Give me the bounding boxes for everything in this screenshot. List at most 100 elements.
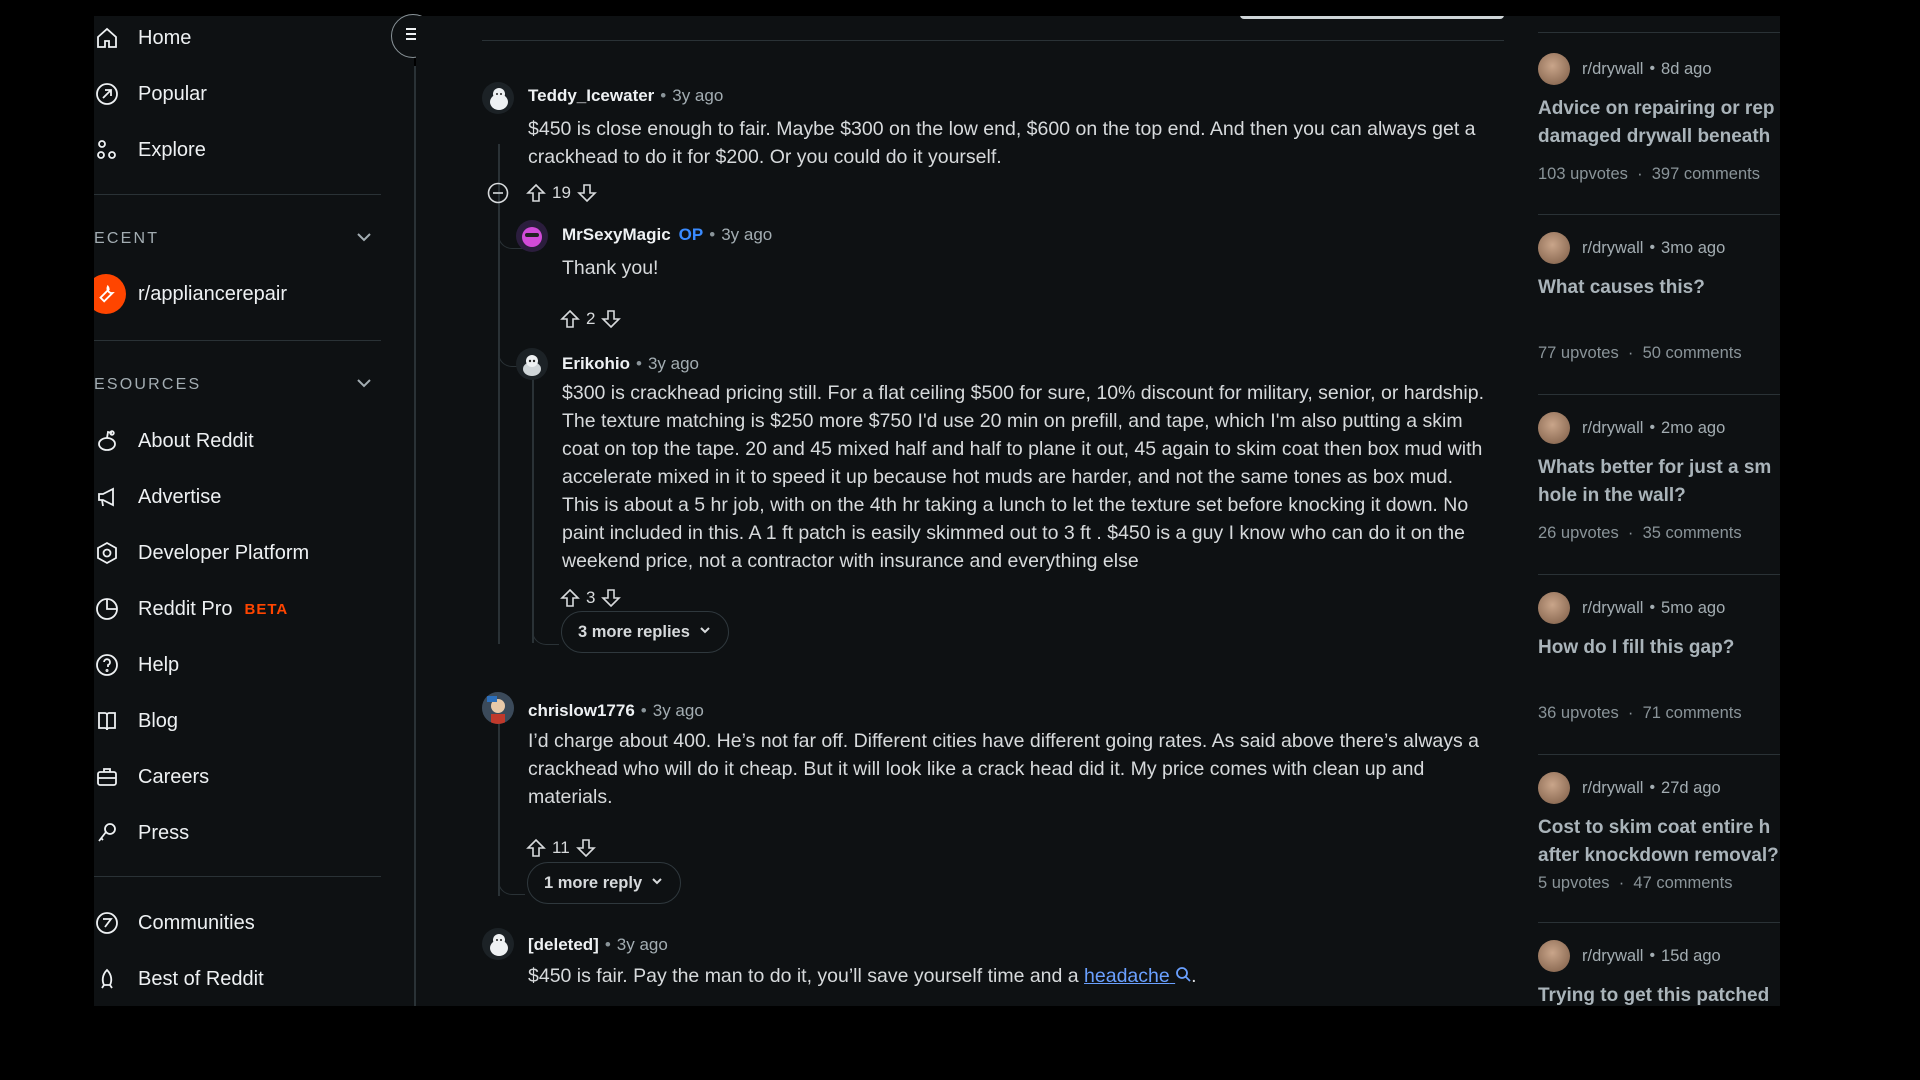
post-stats: 26 upvotes · 35 comments: [1538, 524, 1742, 542]
downvote-icon[interactable]: [599, 586, 623, 610]
upvote-icon[interactable]: [524, 836, 548, 860]
related-post[interactable]: r/drywall • 2mo ago Whats better for just …: [1538, 412, 1780, 543]
post-title[interactable]: Advice on repairing or rep: [1538, 95, 1780, 123]
post-title[interactable]: How do I fill this gap?: [1538, 634, 1780, 662]
downvote-icon[interactable]: [574, 836, 598, 860]
related-posts-panel: r/drywall • 8d ago Advice on repairing or …: [1504, 16, 1780, 1006]
link-text: headache: [1084, 965, 1170, 987]
one-more-reply-button[interactable]: 1 more reply: [527, 862, 682, 904]
nav-popular[interactable]: Popular: [94, 72, 207, 116]
comment-body: $450 is close enough to fair. Maybe $300…: [528, 118, 1476, 168]
post-title-line2[interactable]: hole in the wall?: [1538, 482, 1780, 510]
subreddit-avatar: [1538, 940, 1570, 972]
subreddit-name[interactable]: r/drywall: [1582, 599, 1643, 618]
resource-advertise[interactable]: Advertise: [94, 475, 221, 519]
resource-help[interactable]: Help: [94, 643, 179, 687]
subreddit-name[interactable]: r/drywall: [1582, 779, 1643, 798]
resource-press[interactable]: Press: [94, 811, 189, 855]
resources-section-header[interactable]: ESOURCES: [94, 370, 374, 400]
vote-controls: 2: [558, 306, 623, 332]
nav-label: Communities: [138, 911, 255, 934]
related-post[interactable]: r/drywall • 8d ago Advice on repairing or …: [1538, 53, 1780, 184]
related-post[interactable]: r/drywall • 27d ago Cost to skim coat enti…: [1538, 772, 1780, 893]
left-sidebar: Home Popular Explore ECENT r/appliancere…: [94, 16, 414, 1006]
post-stats: 103 upvotes · 397 comments: [1538, 165, 1760, 183]
subreddit-name[interactable]: r/drywall: [1582, 60, 1643, 79]
subreddit-avatar: [1538, 592, 1570, 624]
home-icon: [94, 25, 120, 51]
upvote-icon[interactable]: [558, 586, 582, 610]
comment-body: $450 is fair. Pay the man to do it, you’…: [528, 962, 1488, 990]
avatar[interactable]: [482, 692, 514, 724]
avatar[interactable]: [482, 928, 514, 960]
username[interactable]: MrSexyMagic: [562, 225, 671, 244]
resource-label: Careers: [138, 765, 210, 788]
collapse-icon[interactable]: [487, 182, 509, 209]
recent-header-label: ECENT: [94, 230, 160, 247]
more-replies-label: 1 more reply: [544, 873, 643, 892]
upvotes: 26 upvotes: [1538, 524, 1619, 542]
subreddit-name[interactable]: r/drywall: [1582, 419, 1643, 438]
subreddit-avatar: [1538, 412, 1570, 444]
comment-meta: MrSexyMagic OP • 3y ago: [562, 225, 773, 244]
downvote-icon[interactable]: [575, 181, 599, 205]
post-title[interactable]: Trying to get this patched: [1538, 982, 1780, 1006]
search-bar-edge[interactable]: [1240, 16, 1504, 19]
subreddit-avatar: [1538, 232, 1570, 264]
resource-reddit-pro[interactable]: Reddit Pro BETA: [94, 587, 288, 631]
reddit-alien-icon: [94, 428, 120, 454]
username[interactable]: Erikohio: [562, 354, 630, 373]
vote-controls: 11: [524, 835, 598, 861]
resource-developer-platform[interactable]: Developer Platform: [94, 531, 309, 575]
upvote-icon[interactable]: [558, 307, 582, 331]
subreddit-avatar: [1538, 772, 1570, 804]
recent-appliancerepair[interactable]: r/appliancerepair: [94, 272, 287, 316]
timestamp: 3y ago: [652, 701, 704, 720]
nav-explore[interactable]: Explore: [94, 128, 206, 172]
subreddit-name[interactable]: r/drywall: [1582, 239, 1643, 258]
post-title[interactable]: Cost to skim coat entire h: [1538, 814, 1780, 842]
avatar[interactable]: [482, 82, 514, 114]
related-post[interactable]: r/drywall • 3mo ago What causes this? 77 u…: [1538, 232, 1780, 363]
comment-meta: chrislow1776 • 3y ago: [528, 701, 704, 720]
username[interactable]: chrislow1776: [528, 701, 635, 720]
username[interactable]: Teddy_Icewater: [528, 86, 654, 105]
upvote-icon[interactable]: [524, 181, 548, 205]
divider: [1538, 922, 1780, 923]
resource-blog[interactable]: Blog: [94, 699, 178, 743]
post-title-line2[interactable]: after knockdown removal?: [1538, 842, 1780, 870]
subreddit-name[interactable]: r/drywall: [1582, 947, 1643, 966]
related-post[interactable]: r/drywall • 5mo ago How do I fill this gap…: [1538, 592, 1780, 723]
post-title[interactable]: Whats better for just a sm: [1538, 454, 1780, 482]
wrench-icon: [94, 274, 126, 314]
search-link[interactable]: headache: [1084, 965, 1191, 987]
nav-communities[interactable]: Communities: [94, 901, 255, 945]
avatar[interactable]: [516, 220, 548, 252]
post-title[interactable]: What causes this?: [1538, 274, 1780, 302]
search-icon: [1176, 967, 1191, 982]
post-age: 8d ago: [1661, 59, 1712, 78]
downvote-icon[interactable]: [599, 307, 623, 331]
resource-about-reddit[interactable]: About Reddit: [94, 419, 254, 463]
resource-careers[interactable]: Careers: [94, 755, 209, 799]
nav-best-of-reddit[interactable]: Best of Reddit: [94, 957, 264, 1001]
microphone-icon: [94, 820, 120, 846]
post-title-line2[interactable]: [1538, 662, 1780, 690]
avatar[interactable]: [516, 348, 548, 380]
resource-label: About Reddit: [138, 429, 254, 452]
recent-section-header[interactable]: ECENT: [94, 224, 374, 254]
divider: [1538, 32, 1780, 33]
more-replies-button[interactable]: 3 more replies: [561, 611, 729, 653]
related-post[interactable]: r/drywall • 15d ago Trying to get this pat…: [1538, 940, 1780, 1006]
post-title-line2[interactable]: [1538, 302, 1780, 330]
upvotes: 103 upvotes: [1538, 165, 1628, 183]
timestamp: 3y ago: [616, 935, 668, 954]
chevron-down-icon: [354, 227, 374, 252]
post-age: 27d ago: [1661, 778, 1721, 797]
post-stats: 36 upvotes · 71 comments: [1538, 704, 1742, 722]
vote-count: 11: [552, 838, 570, 857]
nav-home[interactable]: Home: [94, 16, 191, 60]
comment-body: Thank you!: [562, 257, 659, 279]
post-title-line2[interactable]: damaged drywall beneath: [1538, 123, 1780, 151]
resource-label: Blog: [138, 709, 179, 732]
